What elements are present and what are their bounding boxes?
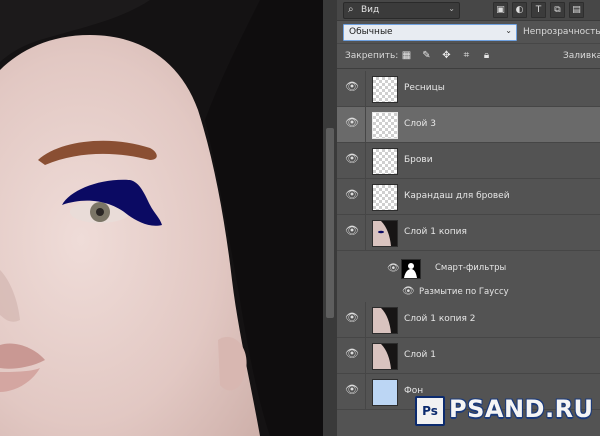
gaussian-blur-row[interactable]: 👁︎ Размытие по Гауссу [337,284,600,302]
divider [365,338,366,373]
kind-filter-label: Вид [361,5,380,15]
adjustment-filter-icon[interactable]: ◐ [512,2,527,18]
layer-thumbnail [372,343,398,370]
layer-name: Слой 3 [404,119,436,129]
blend-mode-label: Обычные [349,27,393,37]
lock-image-brush-icon[interactable]: ✎ [421,50,432,61]
smart-object-filter-icon[interactable]: ▤ [569,2,584,18]
layers-panel: ⌕ Вид ⌄ ▣ ◐ T ⧉ ▤ Обычные ⌄ Непрозрачнос… [337,0,600,436]
chevron-down-icon: ⌄ [448,4,455,13]
portrait-image [0,0,323,436]
eye-icon[interactable]: 👁︎ [345,117,359,128]
layer-row-brovi[interactable]: 👁︎ Брови [337,143,600,179]
filter-toolbar: ⌕ Вид ⌄ ▣ ◐ T ⧉ ▤ [337,0,600,21]
smart-filters-row[interactable]: 👁︎ Смарт-фильтры [337,259,600,279]
eye-icon[interactable]: 👁︎ [345,225,359,236]
eye-icon[interactable]: 👁︎ [345,153,359,164]
eye-icon[interactable]: 👁︎ [345,384,359,395]
lock-transparent-icon[interactable]: ▦ [401,50,412,61]
opacity-label: Непрозрачность: [523,27,600,37]
layer-name: Слой 1 копия [404,227,467,237]
layer-row-sloy-1[interactable]: 👁︎ Слой 1 [337,338,600,374]
eye-icon[interactable]: 👁︎ [402,286,415,297]
layer-thumbnail [372,76,398,103]
layer-thumbnail [372,307,398,334]
divider [365,302,366,337]
lock-all-icon[interactable]: 🔒︎ [481,50,492,61]
lock-artboard-icon[interactable]: ⌗ [461,50,472,61]
watermark-text: PSAND.RU [449,395,594,423]
layer-name: Карандаш для бровей [404,191,510,201]
divider [365,143,366,178]
eye-icon[interactable]: 👁︎ [345,348,359,359]
layer-thumbnail [372,379,398,406]
eye-icon[interactable]: 👁︎ [345,312,359,323]
layer-thumbnail [372,220,398,247]
layer-name: Слой 1 [404,350,436,360]
layer-row-resnitsy[interactable]: 👁︎ Ресницы [337,71,600,107]
blend-mode-select[interactable]: Обычные ⌄ [343,24,517,41]
shape-filter-icon[interactable]: ⧉ [550,2,565,18]
eye-icon[interactable]: 👁︎ [345,189,359,200]
site-watermark: Ps PSAND.RU [415,392,600,436]
type-filter-icon[interactable]: T [531,2,546,18]
scrollbar-thumb[interactable] [326,128,334,318]
divider [365,374,366,409]
filter-mask-thumbnail [401,259,421,279]
divider [365,107,366,142]
layer-thumbnail [372,184,398,211]
canvas-photo[interactable] [0,0,323,436]
divider [365,215,366,250]
layer-row-sloy-1-kopiya-2[interactable]: 👁︎ Слой 1 копия 2 [337,302,600,338]
layer-name: Ресницы [404,83,445,93]
canvas-scrollbar[interactable] [323,0,337,436]
filter-name: Размытие по Гауссу [419,287,509,297]
eye-icon[interactable]: 👁︎ [345,81,359,92]
pixel-filter-icon[interactable]: ▣ [493,2,508,18]
layer-row-sloy-1-kopiya[interactable]: 👁︎ Слой 1 копия [337,215,600,251]
divider [365,179,366,214]
search-icon: ⌕ [348,4,354,15]
layer-thumbnail [372,148,398,175]
smart-filters-label: Смарт-фильтры [435,263,507,273]
layer-row-karandash[interactable]: 👁︎ Карандаш для бровей [337,179,600,215]
layer-row-sloy-3[interactable]: 👁︎ Слой 3 [337,107,600,143]
lock-position-move-icon[interactable]: ✥ [441,50,452,61]
blend-toolbar: Обычные ⌄ Непрозрачность: [337,21,600,44]
eye-icon[interactable]: 👁︎ [387,263,400,274]
layer-name: Брови [404,155,433,165]
chevron-down-icon: ⌄ [505,26,512,35]
divider [365,71,366,106]
kind-filter-select[interactable]: ⌕ Вид ⌄ [343,2,460,19]
fill-label: Заливка: [563,51,600,61]
lock-label: Закрепить: [345,51,399,61]
layer-thumbnail [372,112,398,139]
lock-toolbar: Закрепить: ▦ ✎ ✥ ⌗ 🔒︎ Заливка: [337,44,600,69]
layer-name: Слой 1 копия 2 [404,314,476,324]
watermark-logo-icon: Ps [415,396,445,426]
